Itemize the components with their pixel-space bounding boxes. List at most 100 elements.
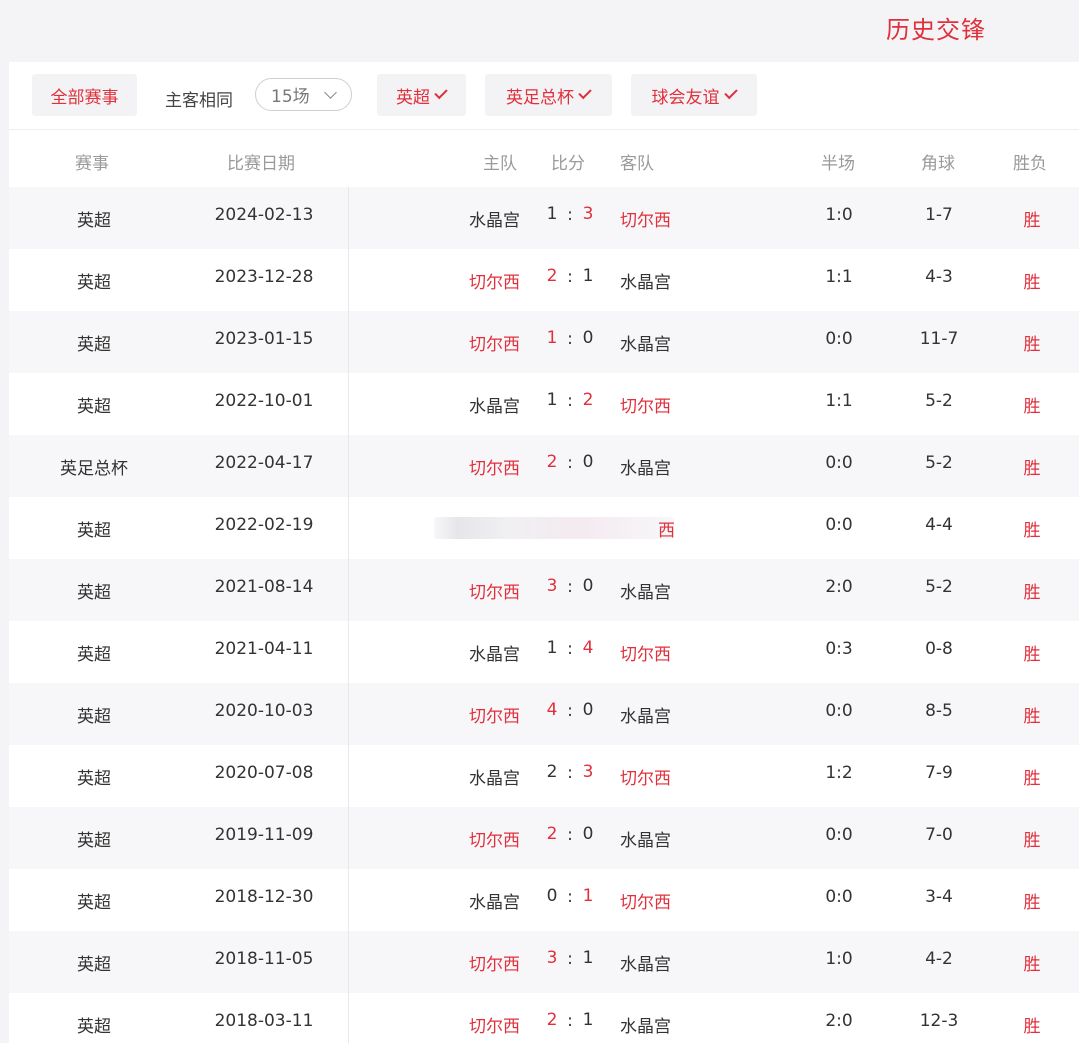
- home-team-cell[interactable]: 切尔西: [409, 950, 520, 975]
- away-team-cell[interactable]: 切尔西: [620, 640, 740, 665]
- column-divider: [348, 311, 349, 373]
- table-row[interactable]: 英超 2018-11-05 切尔西 3:1 水晶宫 1:0 4-2 胜: [9, 931, 1079, 993]
- home-score-cell: 1: [546, 390, 558, 410]
- table-row[interactable]: 英超 2018-12-30 水晶宫 0:1 切尔西 0:0 3-4 胜: [9, 869, 1079, 931]
- away-score-cell: 1: [582, 948, 594, 968]
- date-cell: 2018-03-11: [214, 1011, 314, 1031]
- corners-cell: 7-0: [925, 825, 953, 845]
- result-cell: 胜: [1023, 955, 1041, 975]
- date-cell: 2020-07-08: [214, 763, 314, 783]
- half-time-cell: 1:2: [825, 763, 853, 783]
- result-cell: 胜: [1023, 831, 1041, 851]
- table-row[interactable]: 英超 2019-11-09 切尔西 2:0 水晶宫 0:0 7-0 胜: [9, 807, 1079, 869]
- away-team-cell[interactable]: 切尔西: [620, 888, 740, 913]
- away-score-cell: 2: [582, 390, 594, 410]
- date-cell: 2022-04-17: [214, 453, 314, 473]
- home-score-cell: 3: [546, 948, 558, 968]
- away-score-cell: 0: [582, 824, 594, 844]
- home-team-cell[interactable]: 切尔西: [409, 454, 520, 479]
- home-team-cell[interactable]: 水晶宫: [409, 206, 520, 231]
- away-team-cell[interactable]: 切尔西: [620, 392, 740, 417]
- table-row[interactable]: 英超 2023-12-28 切尔西 2:1 水晶宫 1:1 4-3 胜: [9, 249, 1079, 311]
- corners-cell: 5-2: [925, 453, 953, 473]
- corners-cell: 8-5: [925, 701, 953, 721]
- table-row[interactable]: 英超 2024-02-13 水晶宫 1:3 切尔西 1:0 1-7 胜: [9, 187, 1079, 249]
- half-time-cell: 0:0: [825, 329, 853, 349]
- chevron-down-icon: [323, 85, 337, 99]
- home-team-cell[interactable]: 切尔西: [409, 268, 520, 293]
- table-row[interactable]: 英超 2022-02-19 西 0:0 4-4 胜: [9, 497, 1079, 559]
- competition-cell: 英超: [77, 707, 111, 727]
- away-team-cell[interactable]: 切尔西: [620, 206, 740, 231]
- table-row[interactable]: 英超 2022-10-01 水晶宫 1:2 切尔西 1:1 5-2 胜: [9, 373, 1079, 435]
- away-team-cell[interactable]: 水晶宫: [620, 454, 740, 479]
- all-competitions-button[interactable]: 全部赛事: [32, 74, 137, 116]
- column-divider: [348, 559, 349, 621]
- filter-chip-label: 球会友谊: [651, 87, 720, 108]
- score-separator: :: [567, 763, 573, 783]
- match-count-select[interactable]: 15场: [255, 78, 352, 111]
- table-row[interactable]: 英超 2018-03-11 切尔西 2:1 水晶宫 2:0 12-3 胜: [9, 993, 1079, 1043]
- result-cell: 胜: [1023, 769, 1041, 789]
- filter-chip-fa-cup[interactable]: 英足总杯: [485, 74, 612, 116]
- table-row[interactable]: 英超 2023-01-15 切尔西 1:0 水晶宫 0:0 11-7 胜: [9, 311, 1079, 373]
- home-score-cell: 1: [546, 638, 558, 658]
- competition-cell: 英超: [77, 769, 111, 789]
- home-team-cell[interactable]: 切尔西: [409, 1012, 520, 1037]
- home-team-cell[interactable]: 切尔西: [409, 702, 520, 727]
- table-row[interactable]: 英超 2021-08-14 切尔西 3:0 水晶宫 2:0 5-2 胜: [9, 559, 1079, 621]
- result-cell: 胜: [1023, 273, 1041, 293]
- home-team-cell[interactable]: 水晶宫: [409, 764, 520, 789]
- date-cell: 2021-08-14: [214, 577, 314, 597]
- home-team-cell[interactable]: 水晶宫: [409, 640, 520, 665]
- filter-chip-premier-league[interactable]: 英超: [377, 74, 466, 116]
- competition-cell: 英超: [77, 645, 111, 665]
- away-team-cell[interactable]: 水晶宫: [620, 950, 740, 975]
- score-separator: :: [567, 391, 573, 411]
- home-team-cell[interactable]: 水晶宫: [409, 392, 520, 417]
- match-list: 英超 2024-02-13 水晶宫 1:3 切尔西 1:0 1-7 胜英超 2023-12-28…: [9, 187, 1079, 1043]
- check-icon: [723, 85, 738, 100]
- check-icon: [434, 85, 448, 100]
- home-score-cell: 2: [546, 452, 558, 472]
- home-team-cell[interactable]: 切尔西: [409, 826, 520, 851]
- result-cell: 胜: [1023, 1017, 1041, 1037]
- score-separator: :: [567, 887, 573, 907]
- away-team-cell[interactable]: 水晶宫: [620, 268, 740, 293]
- table-row[interactable]: 英超 2020-07-08 水晶宫 2:3 切尔西 1:2 7-9 胜: [9, 745, 1079, 807]
- away-score-cell: 0: [582, 700, 594, 720]
- away-score-cell: 3: [582, 204, 594, 224]
- away-team-cell[interactable]: 水晶宫: [620, 330, 740, 355]
- half-time-cell: 0:0: [825, 825, 853, 845]
- away-team-cell[interactable]: 水晶宫: [620, 1012, 740, 1037]
- column-divider: [348, 807, 349, 869]
- home-score-cell: 2: [546, 762, 558, 782]
- away-team-cell[interactable]: 切尔西: [620, 764, 740, 789]
- half-time-cell: 0:0: [825, 887, 853, 907]
- home-team-cell[interactable]: 切尔西: [409, 330, 520, 355]
- away-team-cell[interactable]: 水晶宫: [620, 826, 740, 851]
- home-team-cell[interactable]: 切尔西: [409, 578, 520, 603]
- competition-cell: 英超: [77, 955, 111, 975]
- half-time-cell: 1:1: [825, 391, 853, 411]
- away-score-cell: 0: [582, 576, 594, 596]
- filter-chip-club-friendly[interactable]: 球会友谊: [631, 74, 757, 116]
- score-separator: :: [567, 577, 573, 597]
- half-time-cell: 1:0: [825, 205, 853, 225]
- table-row[interactable]: 英足总杯 2022-04-17 切尔西 2:0 水晶宫 0:0 5-2 胜: [9, 435, 1079, 497]
- corners-cell: 4-2: [925, 949, 953, 969]
- score-separator: :: [567, 701, 573, 721]
- home-team-cell[interactable]: 水晶宫: [409, 888, 520, 913]
- away-team-cell[interactable]: 水晶宫: [620, 702, 740, 727]
- table-row[interactable]: 英超 2020-10-03 切尔西 4:0 水晶宫 0:0 8-5 胜: [9, 683, 1079, 745]
- table-row[interactable]: 英超 2021-04-11 水晶宫 1:4 切尔西 0:3 0-8 胜: [9, 621, 1079, 683]
- same-home-away-toggle[interactable]: 主客相同: [165, 86, 233, 111]
- date-cell: 2020-10-03: [214, 701, 314, 721]
- page-title: 历史交锋: [886, 16, 986, 44]
- header-competition: 赛事: [75, 154, 109, 174]
- competition-cell: 英超: [77, 335, 111, 355]
- home-score-cell: 2: [546, 266, 558, 286]
- away-team-cell[interactable]: 水晶宫: [620, 578, 740, 603]
- column-divider: [348, 373, 349, 435]
- result-cell: 胜: [1023, 211, 1041, 231]
